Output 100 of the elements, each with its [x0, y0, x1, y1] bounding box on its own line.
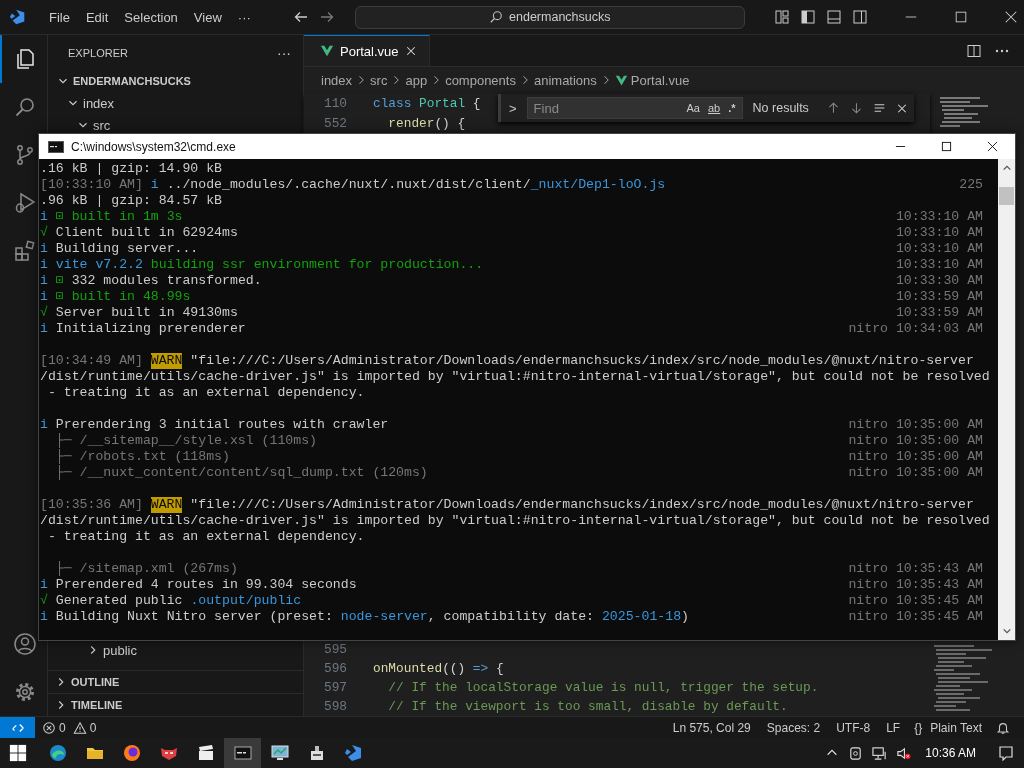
search-icon	[489, 10, 504, 24]
log-text: [10:35:36 AM]	[40, 497, 144, 513]
forward-icon[interactable]	[318, 9, 335, 25]
log-text: i Initializing prerenderer	[40, 321, 246, 337]
camera-icon[interactable]	[848, 745, 864, 761]
section-header[interactable]: TIMELINE	[71, 699, 123, 711]
menu-item[interactable]: ···	[229, 9, 259, 25]
warn-badge: WARN	[150, 497, 183, 513]
toggle-replace-button[interactable]: >	[509, 100, 517, 116]
account-icon[interactable]	[12, 632, 37, 656]
log-text: √ Generated public .output/public	[40, 593, 302, 609]
log-text: i Building server...	[40, 241, 199, 257]
code-line: render() {	[387, 115, 466, 131]
clock[interactable]: 10:36 AM	[925, 746, 976, 760]
arrow-down-icon[interactable]	[850, 101, 864, 115]
find-option-button[interactable]: Aa	[684, 102, 702, 114]
panel-toggle-icon[interactable]	[826, 9, 842, 25]
search-field[interactable]: endermanchsucks	[354, 5, 745, 29]
log-text: i ⊡ built in 48.99s	[40, 289, 191, 305]
scroll-down-icon[interactable]	[1001, 626, 1012, 636]
terminal-icon	[232, 743, 253, 763]
log-text: "file:///C:/Users/Administrator/Downloads/endermanchsucks/index/src/node_modules/@nuxt/nitro-server	[189, 497, 974, 513]
find-in-selection-icon[interactable]	[873, 101, 886, 115]
more-actions-button[interactable]: ···	[277, 44, 291, 61]
log-text: ├─ /sitemap.xml (267ms)	[54, 561, 238, 577]
log-time: nitro 10:35:00 AM	[848, 449, 983, 465]
status-item[interactable]: Ln 575, Col 29	[672, 720, 751, 735]
window-title: C:\windows\system32\cmd.exe	[71, 139, 236, 154]
breadcrumb-item[interactable]: components	[445, 72, 516, 88]
log-text: ├─ /__nuxt_content/content/sql_dump.txt (120ms)	[54, 465, 428, 481]
monitor-icon	[269, 743, 290, 763]
editor-tab[interactable]: Portal.vue	[304, 35, 430, 66]
line-number: 597	[322, 680, 347, 695]
console-icon	[48, 140, 64, 153]
language-icon: {}	[914, 720, 923, 735]
log-text: √ Server built in 49130ms	[40, 305, 238, 321]
log-text: "file:///C:/Users/Administrator/Downloads/endermanchsucks/index/src/node_modules/@nuxt/nitro-server	[189, 353, 974, 369]
log-text: - treating it as an external dependency.	[46, 529, 365, 545]
split-editor-icon[interactable]	[966, 42, 982, 59]
warning-count[interactable]: 0	[89, 720, 97, 735]
log-text: [10:33:10 AM] i ../node_modules/.cache/nuxt/.nuxt/dist/client/_nuxt/Dep1-loO.js	[40, 177, 666, 193]
panel-title: EXPLORER	[68, 46, 128, 59]
breadcrumb-item[interactable]: animations	[533, 72, 597, 88]
line-number: 110	[322, 95, 347, 111]
find-field[interactable]: Find Aa ab .*	[526, 97, 743, 119]
log-text: i Building Nuxt Nitro server (preset: node-server, compatibility date: 2025-01-18)	[40, 609, 689, 625]
scroll-thumb[interactable]	[999, 187, 1014, 205]
scroll-up-icon[interactable]	[1001, 163, 1012, 173]
breadcrumb-item[interactable]: src	[370, 72, 388, 88]
code-line: // If the localStorage value is null, trigger the setup.	[387, 680, 819, 695]
find-option-button[interactable]: .*	[726, 102, 738, 114]
extensions-icon[interactable]	[12, 239, 37, 263]
close-icon[interactable]	[404, 45, 417, 57]
log-time: nitro 10:35:43 AM	[848, 577, 983, 593]
start-icon[interactable]	[9, 744, 27, 762]
secondary-sidebar-icon[interactable]	[852, 9, 868, 25]
tree-item[interactable]: index	[83, 95, 115, 111]
bell-icon[interactable]	[996, 720, 1010, 735]
sidebar-toggle-icon[interactable]	[800, 9, 816, 25]
log-text: ├─ /__sitemap__/style.xsl (110ms)	[54, 433, 317, 449]
tree-item[interactable]: ENDERMANCHSUCKS	[73, 75, 191, 87]
log-time: nitro 10:35:00 AM	[848, 417, 983, 433]
log-time: 10:33:30 AM	[895, 273, 983, 289]
menu-item[interactable]: Selection	[116, 9, 186, 25]
breadcrumb-item[interactable]: index	[321, 72, 353, 88]
arrow-up-icon[interactable]	[827, 101, 841, 115]
warning-icon	[72, 720, 87, 735]
line-number: 596	[322, 661, 347, 676]
scrollbar[interactable]	[998, 159, 1015, 640]
close-icon[interactable]	[896, 101, 908, 115]
log-time: 10:33:10 AM	[895, 225, 983, 241]
status-item[interactable]: Spaces: 2	[766, 720, 821, 735]
line-number: 598	[322, 699, 347, 714]
log-text: .96 kB | gzip: 84.57 kB	[40, 193, 223, 209]
browser-icon	[47, 743, 68, 763]
layout-icon[interactable]	[774, 9, 790, 25]
find-option-button[interactable]: ab	[706, 102, 723, 114]
status-item[interactable]: LF	[886, 720, 901, 735]
menu-item[interactable]: File	[41, 9, 78, 25]
log-text: i Prerendered 4 routes in 99.304 seconds	[40, 577, 357, 593]
tree-item[interactable]: public	[103, 642, 137, 658]
log-time: nitro 10:35:00 AM	[848, 465, 983, 481]
menu-item[interactable]: Edit	[77, 9, 117, 25]
network-icon[interactable]	[872, 745, 888, 761]
back-icon[interactable]	[292, 9, 309, 25]
section-header[interactable]: OUTLINE	[71, 676, 120, 688]
menu-item[interactable]: View	[185, 9, 230, 25]
tree-item[interactable]: src	[93, 117, 111, 133]
status-item[interactable]: UTF-8	[836, 720, 871, 735]
log-time: nitro 10:35:43 AM	[848, 561, 983, 577]
notification-icon[interactable]	[998, 745, 1014, 761]
close-icon[interactable]	[987, 141, 998, 152]
volume-muted-icon[interactable]	[896, 745, 912, 761]
breadcrumb-item[interactable]: app	[405, 72, 428, 88]
maximize-icon[interactable]	[941, 141, 952, 152]
error-count[interactable]: 0	[59, 720, 66, 735]
line-number: 595	[322, 642, 347, 657]
status-item[interactable]: Plain Text	[930, 720, 982, 735]
log-time: 10:33:10 AM	[895, 241, 983, 257]
breadcrumb-item[interactable]: Portal.vue	[630, 72, 690, 88]
